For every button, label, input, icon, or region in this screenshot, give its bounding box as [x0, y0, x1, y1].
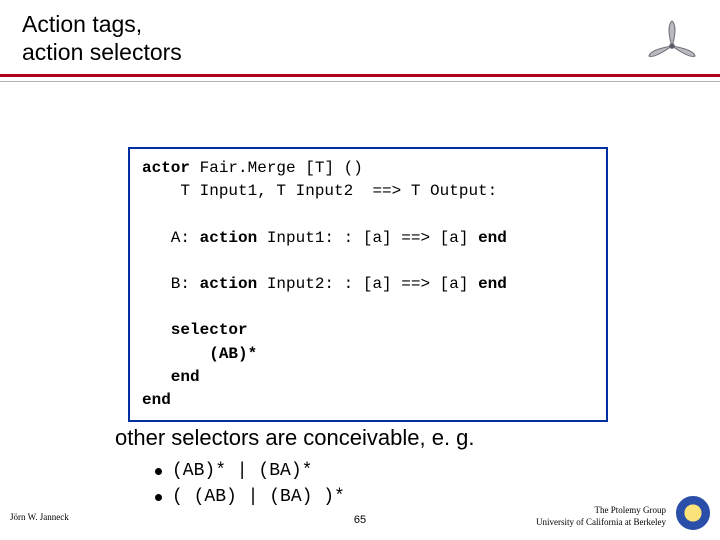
bullet-item-2: ( (AB) | (BA) )* — [155, 484, 345, 510]
footer-affiliation-line1: The Ptolemy Group — [536, 504, 666, 516]
code-kw-end-a: end — [478, 229, 507, 247]
code-kw-action-a: action — [200, 229, 258, 247]
code-l4a: B: — [142, 275, 200, 293]
title-line-2: action selectors — [22, 39, 182, 65]
body-text: other selectors are conceivable, e. g. — [115, 425, 475, 451]
code-l2: T Input1, T Input2 ==> T Output: — [142, 182, 497, 200]
code-l5: selector — [142, 321, 248, 339]
berkeley-seal-icon — [676, 496, 710, 530]
title-line-1: Action tags, — [22, 11, 142, 37]
code-l6: (AB)* — [142, 345, 257, 363]
code-l8: end — [142, 391, 171, 409]
code-l1b: Fair.Merge [T] () — [190, 159, 363, 177]
code-l4c: Input2: : [a] ==> [a] — [257, 275, 478, 293]
bullet-text-1: (AB)* | (BA)* — [172, 458, 312, 484]
propeller-logo-icon — [646, 20, 698, 72]
code-l3c: Input1: : [a] ==> [a] — [257, 229, 478, 247]
bullet-item-1: (AB)* | (BA)* — [155, 458, 345, 484]
code-kw-end-b: end — [478, 275, 507, 293]
slide: Action tags, action selectors actor Fair… — [0, 0, 720, 540]
bullet-dot-icon — [155, 468, 162, 475]
header-divider — [0, 74, 720, 82]
footer-affiliation: The Ptolemy Group University of Californ… — [536, 504, 666, 528]
code-l3a: A: — [142, 229, 200, 247]
code-kw-action-b: action — [200, 275, 258, 293]
bullet-list: (AB)* | (BA)* ( (AB) | (BA) )* — [155, 458, 345, 510]
code-kw-actor: actor — [142, 159, 190, 177]
code-box: actor Fair.Merge [T] () T Input1, T Inpu… — [128, 147, 608, 422]
bullet-dot-icon — [155, 494, 162, 501]
footer-affiliation-line2: University of California at Berkeley — [536, 516, 666, 528]
bullet-text-2: ( (AB) | (BA) )* — [172, 484, 345, 510]
slide-title: Action tags, action selectors — [22, 10, 182, 66]
code-l7: end — [142, 368, 200, 386]
